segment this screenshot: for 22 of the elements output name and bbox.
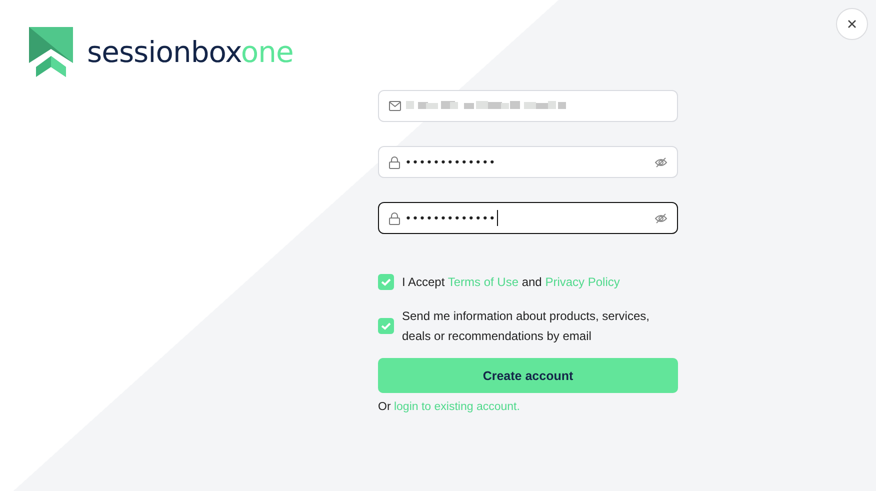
- email-field[interactable]: [378, 90, 678, 122]
- logo-icon: [29, 27, 73, 77]
- create-account-button[interactable]: Create account: [378, 358, 678, 393]
- close-button[interactable]: [836, 8, 868, 40]
- lock-icon: [389, 212, 400, 224]
- masked-password: •••••••••••••: [405, 156, 496, 168]
- password-field[interactable]: •••••••••••••: [378, 202, 678, 234]
- lock-icon: [389, 156, 400, 168]
- checkbox[interactable]: [378, 274, 394, 290]
- eye-slash-icon[interactable]: [655, 212, 667, 224]
- mail-icon: [389, 101, 401, 111]
- login-prompt: Or login to existing account.: [378, 401, 521, 413]
- eye-slash-icon[interactable]: [655, 156, 667, 168]
- password-field[interactable]: •••••••••••••: [378, 146, 678, 178]
- check-icon: [381, 278, 391, 286]
- check-icon: [381, 322, 391, 330]
- close-icon: [848, 20, 856, 28]
- logo-wordmark: sessionboxone: [87, 35, 294, 69]
- consent-text: Send me information about products, services, deals or recommendations by email: [402, 308, 650, 345]
- checkbox[interactable]: [378, 318, 394, 334]
- consent-text: I Accept Terms of Use and Privacy Policy: [402, 274, 620, 291]
- masked-password: •••••••••••••: [405, 212, 496, 224]
